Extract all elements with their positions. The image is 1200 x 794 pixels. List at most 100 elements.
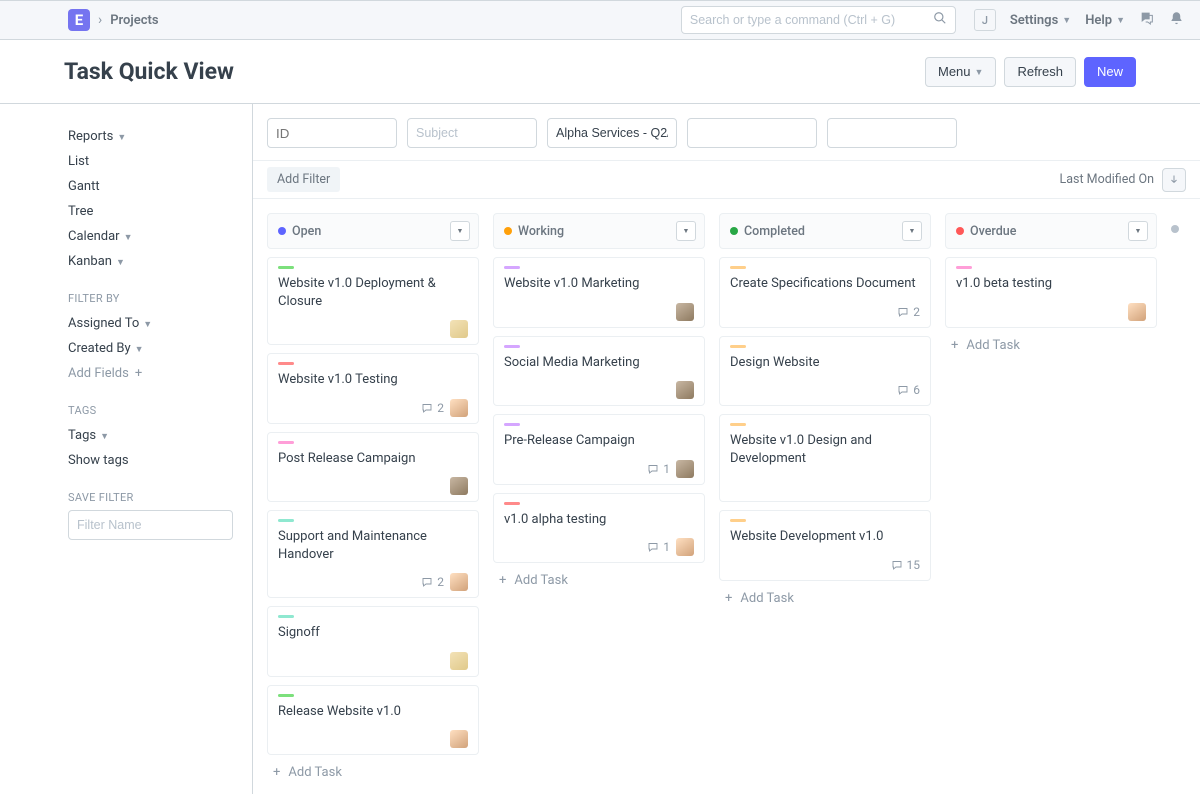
task-title: Release Website v1.0 [278,703,468,721]
caret-down-icon: ▼ [143,320,152,330]
task-card[interactable]: Release Website v1.0 [267,685,479,756]
add-task-completed[interactable]: +Add Task [719,591,931,606]
settings-link[interactable]: Settings▼ [1010,13,1071,28]
sidebar-view-list[interactable]: List [68,149,252,174]
filter-project-input[interactable] [547,118,677,148]
column-menu-button[interactable]: ▼ [902,221,922,241]
add-task-open[interactable]: +Add Task [267,765,479,780]
bell-icon[interactable] [1169,11,1184,30]
task-card[interactable]: v1.0 alpha testing1 [493,493,705,564]
filter-name-input[interactable] [68,510,233,540]
task-card[interactable]: Social Media Marketing [493,336,705,407]
chevron-right-icon: › [98,12,102,28]
task-title: Post Release Campaign [278,450,468,468]
sidebar-filter-created-by[interactable]: Created By▼ [68,336,252,361]
refresh-button[interactable]: Refresh [1004,57,1076,87]
sidebar-filter-assigned-to[interactable]: Assigned To▼ [68,311,252,336]
add-task-overdue[interactable]: +Add Task [945,338,1157,353]
task-card[interactable]: Post Release Campaign [267,432,479,503]
assignee-avatar[interactable] [676,381,694,399]
user-avatar[interactable]: J [974,9,996,31]
sort-label[interactable]: Last Modified On [1059,172,1154,187]
task-card[interactable]: Website v1.0 Testing 2 [267,353,479,424]
task-card[interactable]: Signoff [267,606,479,677]
assignee-avatar[interactable] [450,652,468,670]
comment-count[interactable]: 15 [890,558,921,572]
assignee-avatar[interactable] [1128,303,1146,321]
card-footer [730,477,920,495]
comment-count[interactable]: 6 [896,383,920,397]
plus-icon: + [499,573,506,588]
sidebar-tags[interactable]: Tags▼ [68,423,252,448]
sidebar-view-gantt[interactable]: Gantt [68,174,252,199]
assignee-avatar[interactable] [450,399,468,417]
caret-down-icon: ▼ [117,133,126,143]
search-icon [933,11,947,29]
brand-logo[interactable]: E [68,9,90,31]
add-task-working[interactable]: +Add Task [493,573,705,588]
task-card[interactable]: Website v1.0 Marketing [493,257,705,328]
tags-section-label: TAGS [68,404,252,417]
caret-down-icon: ▼ [1062,15,1071,26]
comment-count[interactable]: 1 [646,540,670,554]
priority-stripe [278,519,294,522]
task-card[interactable]: Website Development v1.015 [719,510,931,581]
assignee-avatar[interactable] [450,730,468,748]
task-card[interactable]: Create Specifications Document2 [719,257,931,328]
column-working: Working▼Website v1.0 MarketingSocial Med… [493,213,705,588]
add-fields[interactable]: Add Fields + [68,361,252,386]
task-card[interactable]: Design Website 6 [719,336,931,407]
task-card[interactable]: v1.0 beta testing [945,257,1157,328]
priority-stripe [730,519,746,522]
task-card[interactable]: Website v1.0 Design and Development [719,414,931,502]
card-footer [956,303,1146,321]
assignee-avatar[interactable] [676,538,694,556]
task-title: Design Website [730,354,920,372]
task-card[interactable]: Website v1.0 Deployment & Closure [267,257,479,345]
assignee-avatar[interactable] [450,573,468,591]
assignee-avatar[interactable] [676,303,694,321]
filter-blank-2[interactable] [827,118,957,148]
column-menu-button[interactable]: ▼ [450,221,470,241]
show-tags[interactable]: Show tags [68,448,252,473]
card-footer: 2 [278,573,468,591]
global-search[interactable] [681,6,956,34]
plus-icon: + [725,591,732,606]
chat-icon[interactable] [1139,10,1155,30]
column-header-completed: Completed▼ [719,213,931,249]
filter-id[interactable] [267,118,397,148]
sidebar-view-kanban[interactable]: Kanban▼ [68,249,252,274]
assignee-avatar[interactable] [450,477,468,495]
column-menu-button[interactable]: ▼ [1128,221,1148,241]
priority-stripe [504,502,520,505]
sidebar-view-reports[interactable]: Reports▼ [68,124,252,149]
task-title: Website v1.0 Testing [278,371,468,389]
assignee-avatar[interactable] [450,320,468,338]
help-link[interactable]: Help▼ [1085,13,1125,28]
new-button[interactable]: New [1084,57,1136,87]
add-filter-chip[interactable]: Add Filter [267,167,340,192]
caret-down-icon: ▼ [116,258,125,268]
comment-count[interactable]: 2 [420,575,444,589]
sidebar-view-calendar[interactable]: Calendar▼ [68,224,252,249]
task-card[interactable]: Pre-Release Campaign1 [493,414,705,485]
breadcrumb-projects[interactable]: Projects [110,13,158,28]
priority-stripe [278,694,294,697]
comment-count[interactable]: 1 [646,462,670,476]
comment-count[interactable]: 2 [420,401,444,415]
card-footer: 6 [730,381,920,399]
card-footer [278,652,468,670]
sidebar-view-tree[interactable]: Tree [68,199,252,224]
plus-icon: + [951,338,958,353]
global-search-input[interactable] [690,13,933,27]
more-columns-indicator [1171,213,1185,233]
assignee-avatar[interactable] [676,460,694,478]
column-title: Overdue [970,224,1122,239]
comment-count[interactable]: 2 [896,305,920,319]
task-card[interactable]: Support and Maintenance Handover2 [267,510,479,598]
column-menu-button[interactable]: ▼ [676,221,696,241]
sort-direction-button[interactable] [1162,168,1186,192]
filter-blank-1[interactable] [687,118,817,148]
menu-button[interactable]: Menu▼ [925,57,996,87]
filter-subject-input[interactable] [407,118,537,148]
